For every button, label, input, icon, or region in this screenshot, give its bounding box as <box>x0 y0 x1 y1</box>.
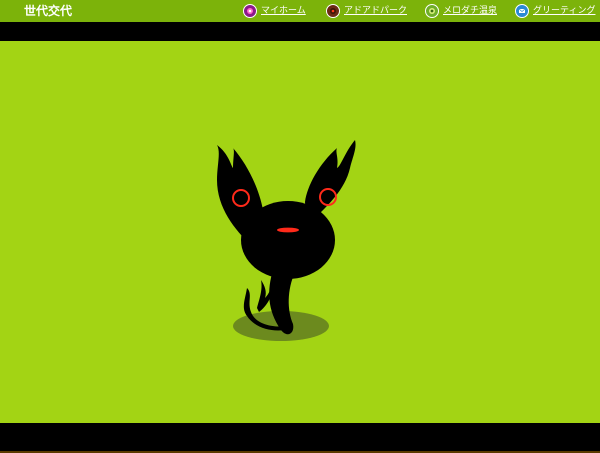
nav-link-label: マイホーム <box>261 6 306 16</box>
nav-link-adoado-park[interactable]: アドアドパーク <box>326 3 407 19</box>
nav-link-label: メロダチ温泉 <box>443 6 498 16</box>
nav-link-greeting[interactable]: グリーティング <box>515 3 595 19</box>
home-face-icon <box>243 4 257 18</box>
right-ear <box>305 140 356 218</box>
top-black-band <box>0 22 600 41</box>
nav-link-merodachi-onsen[interactable]: メロダチ温泉 <box>425 3 497 19</box>
onsen-face-icon <box>425 4 439 18</box>
shadow-creature-character[interactable] <box>195 130 375 350</box>
creature-eye <box>277 227 299 233</box>
creature-body <box>241 201 335 279</box>
greeting-icon <box>515 4 529 18</box>
nav-link-label: グリーティング <box>533 6 596 16</box>
park-face-icon <box>326 4 340 18</box>
nav-link-label: アドアドパーク <box>344 6 408 16</box>
bottom-black-band <box>0 423 600 453</box>
top-navigation-bar: 世代交代 マイホーム アドアドパーク メロダチ温泉 グリーティング <box>0 0 600 22</box>
site-title: 世代交代 <box>24 4 73 18</box>
nav-link-my-home[interactable]: マイホーム <box>243 3 306 19</box>
